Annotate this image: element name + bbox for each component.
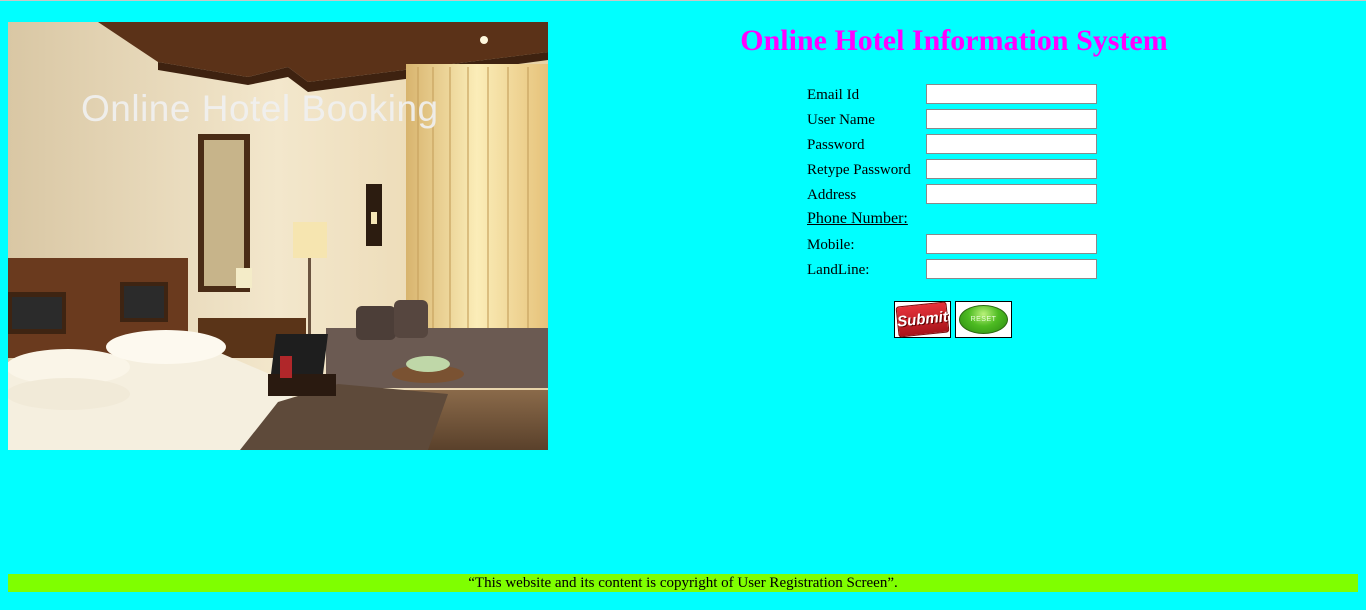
landline-input[interactable]: [926, 259, 1097, 279]
form-row-retype-password: Retype Password: [807, 158, 1107, 183]
hero-caption: Online Hotel Booking: [81, 88, 439, 129]
form-row-username: User Name: [807, 108, 1107, 133]
mobile-label: Mobile:: [807, 237, 855, 253]
mobile-input[interactable]: [926, 234, 1097, 254]
form-row-email: Email Id: [807, 83, 1107, 108]
email-label: Email Id: [807, 87, 860, 103]
retype-password-input[interactable]: [926, 159, 1097, 179]
address-input[interactable]: [926, 184, 1097, 204]
reset-button[interactable]: RESET: [955, 301, 1012, 338]
email-input[interactable]: [926, 84, 1097, 104]
form-row-password: Password: [807, 133, 1107, 158]
retype-password-label: Retype Password: [807, 162, 911, 178]
hotel-room-image: Online Hotel Booking: [8, 22, 548, 450]
password-input[interactable]: [926, 134, 1097, 154]
landline-label: LandLine:: [807, 262, 870, 278]
form-row-address: Address: [807, 183, 1107, 208]
phone-number-heading: Phone Number:: [807, 210, 908, 227]
top-border: [0, 0, 1366, 1]
form-row-mobile: Mobile:: [807, 233, 1107, 258]
hotel-room-illustration: [8, 22, 548, 450]
address-label: Address: [807, 187, 857, 203]
copyright-footer: “This website and its content is copyrig…: [8, 574, 1358, 592]
password-label: Password: [807, 137, 865, 153]
username-input[interactable]: [926, 109, 1097, 129]
submit-button[interactable]: Submit: [894, 301, 951, 338]
reset-button-label: RESET: [959, 305, 1008, 334]
submit-button-label: Submit: [895, 301, 950, 338]
username-label: User Name: [807, 112, 875, 128]
reset-button-face: RESET: [958, 304, 1009, 335]
form-row-landline: LandLine:: [807, 258, 1107, 283]
page-title: Online Hotel Information System: [740, 24, 1168, 57]
